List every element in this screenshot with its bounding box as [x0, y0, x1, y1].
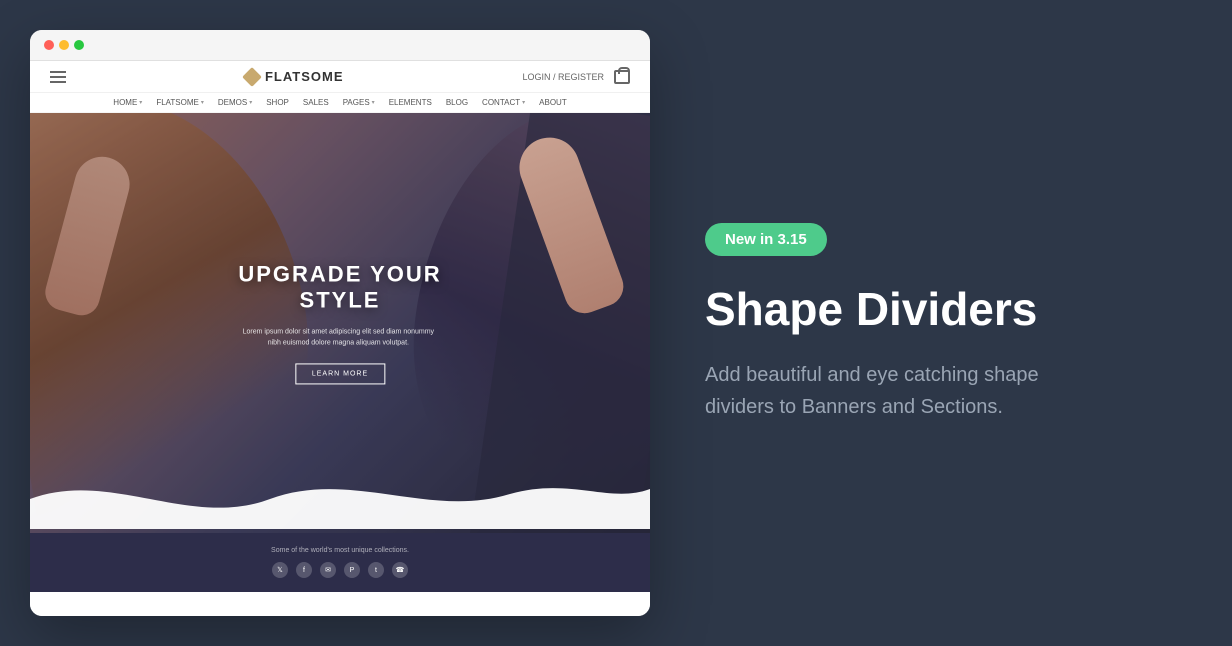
- social-icons: 𝕏 f ✉ P t ☎: [50, 562, 630, 578]
- nav-elements[interactable]: ELEMENTS: [389, 98, 432, 107]
- logo-text: FLATSOME: [265, 69, 344, 84]
- nav-sales[interactable]: SALES: [303, 98, 329, 107]
- site-nav-links: HOME ▾ FLATSOME ▾ DEMOS ▾ SHOP SALES PAG…: [30, 93, 650, 113]
- nav-blog[interactable]: BLOG: [446, 98, 468, 107]
- nav-shop[interactable]: SHOP: [266, 98, 289, 107]
- hero-section: UPGRADE YOUR STYLE Lorem ipsum dolor sit…: [30, 113, 650, 533]
- nav-pages[interactable]: PAGES ▾: [343, 98, 375, 107]
- feature-panel: New in 3.15 Shape Dividers Add beautiful…: [650, 0, 1232, 646]
- site-navbar: FLATSOME LOGIN / REGISTER: [30, 61, 650, 93]
- cart-icon[interactable]: [614, 70, 630, 84]
- nav-contact[interactable]: CONTACT ▾: [482, 98, 525, 107]
- browser-dots: [44, 40, 84, 50]
- site-footer: Some of the world's most unique collecti…: [30, 533, 650, 592]
- wave-shape-divider: [30, 449, 650, 533]
- logo-diamond-icon: [242, 67, 262, 87]
- nav-demos[interactable]: DEMOS ▾: [218, 98, 252, 107]
- version-badge: New in 3.15: [705, 223, 827, 256]
- nav-home[interactable]: HOME ▾: [113, 98, 142, 107]
- phone-icon[interactable]: ☎: [392, 562, 408, 578]
- browser-chrome: [30, 30, 650, 61]
- pinterest-icon[interactable]: P: [344, 562, 360, 578]
- hero-text: UPGRADE YOUR STYLE Lorem ipsum dolor sit…: [238, 261, 441, 384]
- feature-title: Shape Dividers: [705, 284, 1177, 335]
- minimize-dot: [59, 40, 69, 50]
- browser-mockup: FLATSOME LOGIN / REGISTER HOME ▾ FLATSOM…: [30, 30, 650, 616]
- facebook-icon[interactable]: f: [296, 562, 312, 578]
- email-icon[interactable]: ✉: [320, 562, 336, 578]
- hamburger-icon[interactable]: [50, 71, 66, 83]
- close-dot: [44, 40, 54, 50]
- feature-description: Add beautiful and eye catching shape div…: [705, 359, 1105, 423]
- tumblr-icon[interactable]: t: [368, 562, 384, 578]
- login-text[interactable]: LOGIN / REGISTER: [522, 72, 604, 82]
- hero-title: UPGRADE YOUR STYLE: [238, 261, 441, 314]
- nav-flatsome[interactable]: FLATSOME ▾: [156, 98, 204, 107]
- twitter-icon[interactable]: 𝕏: [272, 562, 288, 578]
- hero-subtitle: Lorem ipsum dolor sit amet adipiscing el…: [238, 326, 438, 348]
- website-content: FLATSOME LOGIN / REGISTER HOME ▾ FLATSOM…: [30, 61, 650, 616]
- footer-tagline: Some of the world's most unique collecti…: [50, 547, 630, 554]
- hero-cta-button[interactable]: LEARN MORE: [295, 364, 385, 385]
- maximize-dot: [74, 40, 84, 50]
- nav-about[interactable]: ABOUT: [539, 98, 567, 107]
- site-logo: FLATSOME: [245, 69, 344, 84]
- nav-right: LOGIN / REGISTER: [522, 70, 630, 84]
